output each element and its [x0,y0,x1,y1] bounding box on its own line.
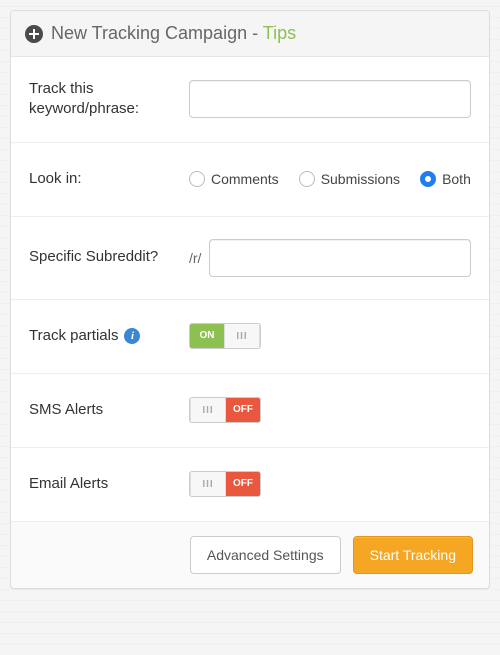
advanced-settings-button[interactable]: Advanced Settings [190,536,341,574]
toggle-grip-icon: III [224,324,260,348]
subreddit-prefix: /r/ [189,250,201,266]
info-icon[interactable]: i [124,328,140,344]
radio-submissions[interactable]: Submissions [299,171,400,187]
toggle-off-label: OFF [226,472,260,496]
radio-comments[interactable]: Comments [189,171,279,187]
subreddit-label: Specific Subreddit? [29,247,189,267]
radio-label: Submissions [321,171,400,187]
panel-title: New Tracking Campaign [51,23,247,43]
radio-icon [299,171,315,187]
subreddit-input[interactable] [209,239,471,277]
email-alerts-label: Email Alerts [29,474,189,494]
row-sms-alerts: SMS Alerts III OFF [11,374,489,448]
track-partials-label: Track partials [29,326,118,346]
panel-footer: Advanced Settings Start Tracking [11,522,489,588]
toggle-off-label: OFF [226,398,260,422]
radio-both[interactable]: Both [420,171,471,187]
toggle-grip-icon: III [190,398,226,422]
campaign-panel: New Tracking Campaign - Tips Track this … [10,10,490,589]
row-email-alerts: Email Alerts III OFF [11,448,489,522]
row-keyword: Track this keyword/phrase: [11,57,489,143]
email-alerts-toggle[interactable]: III OFF [189,471,261,497]
tips-link[interactable]: Tips [263,23,296,43]
start-tracking-button[interactable]: Start Tracking [353,536,473,574]
sms-alerts-label: SMS Alerts [29,400,189,420]
track-partials-toggle[interactable]: ON III [189,323,261,349]
panel-header: New Tracking Campaign - Tips [11,11,489,57]
keyword-label: Track this keyword/phrase: [29,79,189,120]
radio-label: Both [442,171,471,187]
radio-icon [189,171,205,187]
row-subreddit: Specific Subreddit? /r/ [11,217,489,300]
radio-icon [420,171,436,187]
row-track-partials: Track partials i ON III [11,300,489,374]
radio-label: Comments [211,171,279,187]
look-in-label: Look in: [29,169,189,189]
plus-circle-icon [25,25,43,43]
keyword-input[interactable] [189,80,471,118]
sms-alerts-toggle[interactable]: III OFF [189,397,261,423]
toggle-on-label: ON [190,324,224,348]
row-look-in: Look in: Comments Submissions Both [11,143,489,217]
title-separator: - [247,23,263,43]
look-in-radio-group: Comments Submissions Both [189,171,471,187]
toggle-grip-icon: III [190,472,226,496]
